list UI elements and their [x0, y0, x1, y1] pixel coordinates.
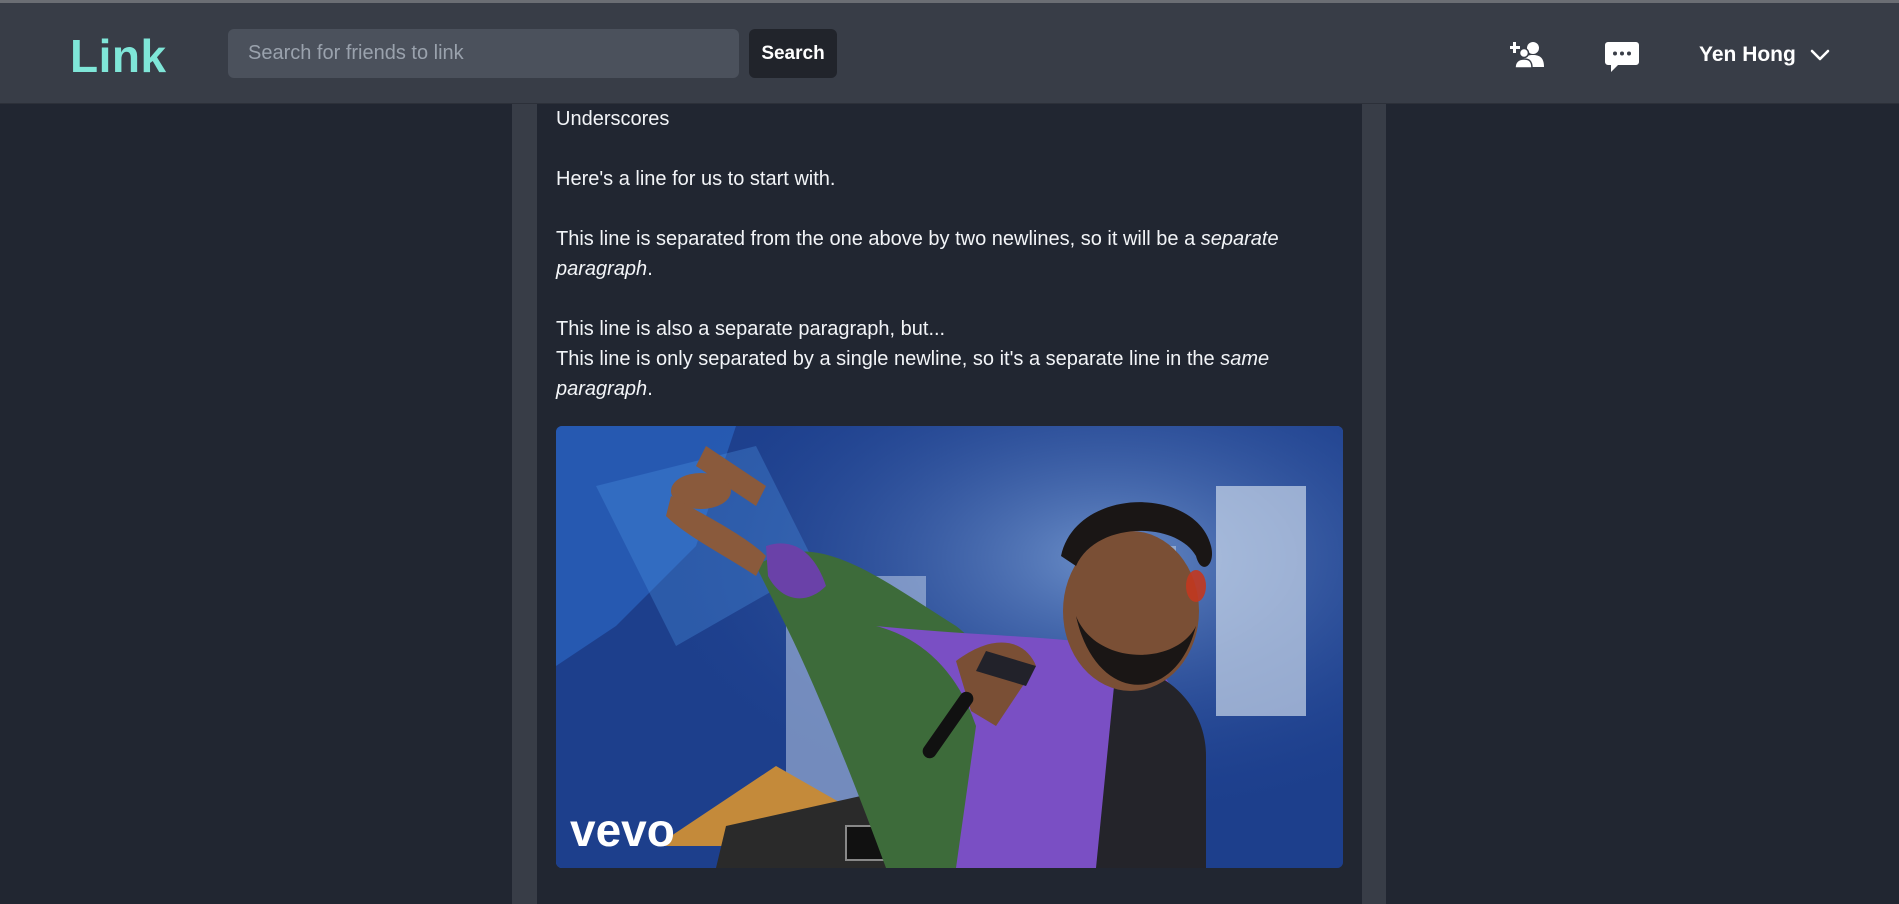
top-navbar: Link Search Yen Hong [0, 3, 1899, 104]
search-button[interactable]: Search [749, 29, 837, 78]
paragraph-2-text: This line is separated from the one abov… [556, 228, 1201, 250]
post-paragraph-2: This line is separated from the one abov… [556, 224, 1346, 284]
feed-left-border [512, 104, 537, 904]
feed-right-border [1362, 104, 1386, 904]
embedded-video[interactable]: vevo [556, 426, 1343, 868]
user-menu[interactable]: Yen Hong [1699, 43, 1830, 67]
post-line-underscores: Underscores [556, 108, 670, 130]
video-frame: vevo [556, 426, 1343, 868]
post-body: Underscores Here's a line for us to star… [556, 104, 1346, 404]
search-bar: Search [228, 29, 837, 78]
post-card: Underscores Here's a line for us to star… [537, 104, 1362, 904]
post-paragraph-3-line-1: This line is also a separate paragraph, … [556, 318, 946, 340]
app-logo[interactable]: Link [70, 29, 167, 83]
vevo-watermark: vevo [570, 804, 675, 856]
chevron-down-icon [1810, 49, 1830, 61]
paragraph-3-end: . [647, 378, 653, 400]
post-paragraph-3-line-2: This line is only separated by a single … [556, 344, 1346, 404]
add-friend-icon[interactable] [1510, 37, 1546, 73]
search-input[interactable] [228, 29, 739, 78]
paragraph-3-text: This line is only separated by a single … [556, 348, 1221, 370]
chat-icon[interactable] [1604, 39, 1640, 75]
paragraph-2-end: . [647, 258, 653, 280]
post-paragraph-1: Here's a line for us to start with. [556, 168, 836, 190]
user-name: Yen Hong [1699, 43, 1796, 66]
